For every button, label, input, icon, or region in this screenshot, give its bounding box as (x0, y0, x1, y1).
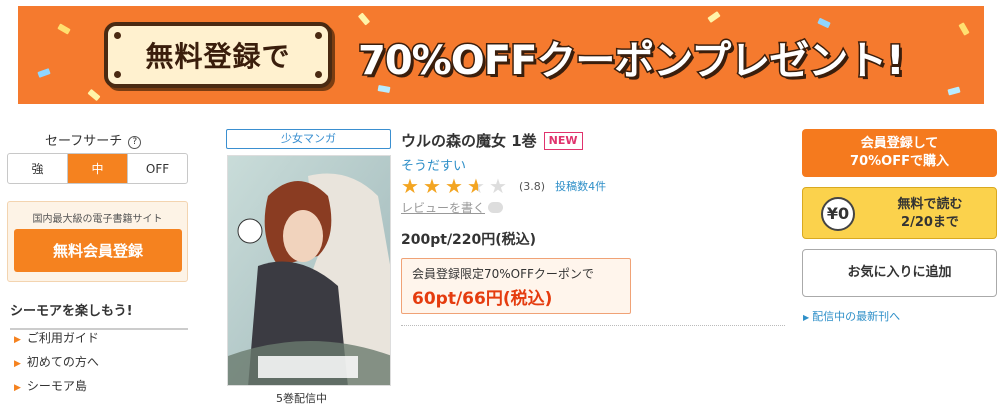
coupon-label: 会員登録限定70%OFFクーポンで (412, 267, 594, 281)
register-box: 国内最大級の電子書籍サイト 無料会員登録 (7, 201, 188, 282)
author-link[interactable]: そうだすい (401, 155, 466, 174)
sidebar-link-label: 初めての方へ (26, 355, 99, 369)
triangle-right-icon: ▶ (803, 313, 810, 322)
safe-search-option-off[interactable]: OFF (128, 154, 187, 183)
buy-button-line1: 会員登録して (860, 136, 939, 151)
help-icon[interactable]: ? (128, 136, 142, 149)
genre-tag[interactable]: 少女マンガ (226, 129, 391, 149)
coupon-price: 60pt/66円(税込) (412, 289, 553, 309)
add-favorite-button[interactable]: お気に入りに追加 (802, 249, 997, 297)
star-empty-icon: ★ (489, 174, 507, 198)
banner-plate-text: 無料登録で (145, 40, 291, 73)
star-icon: ★ (445, 174, 463, 198)
new-badge: NEW (543, 131, 583, 150)
banner-headline: 70%OFFクーポンプレゼント! (356, 37, 905, 86)
book-title[interactable]: ウルの森の魔女 1巻 (401, 130, 537, 151)
title-row: ウルの森の魔女 1巻 NEW (401, 130, 583, 151)
speech-bubble-icon (488, 202, 504, 213)
price: 200pt/220円(税込) (401, 232, 537, 248)
book-cover[interactable] (227, 155, 391, 386)
confetti-decoration (947, 86, 961, 96)
confetti-decoration (37, 68, 51, 78)
confetti-decoration (87, 88, 101, 102)
register-caption: 国内最大級の電子書籍サイト (32, 214, 163, 225)
confetti-decoration (377, 85, 391, 93)
buy-button-line2: 70%OFFで購入 (850, 154, 949, 169)
sidebar-link-island[interactable]: ▶ シーモア島 (14, 378, 99, 402)
sidebar-link-beginners[interactable]: ▶ 初めての方へ (14, 354, 99, 378)
cover-illustration (228, 156, 390, 385)
triangle-right-icon: ▶ (14, 335, 21, 345)
sidebar-link-guide[interactable]: ▶ ご利用ガイド (14, 330, 99, 354)
write-review-link[interactable]: レビューを書く (401, 199, 504, 216)
divider (401, 325, 785, 326)
read-free-line2: 2/20まで (901, 215, 959, 230)
confetti-decoration (958, 22, 970, 36)
rating-score: (3.8) (519, 179, 546, 193)
sidebar-link-label: シーモア島 (26, 379, 87, 393)
sidebar-link-label: ご利用ガイド (26, 331, 99, 345)
confetti-decoration (707, 11, 721, 23)
confetti-decoration (817, 17, 831, 29)
safe-search-toggle: 強 中 OFF (7, 153, 188, 184)
write-review-label: レビューを書く (401, 201, 486, 215)
enjoy-heading: シーモアを楽しもう! (10, 300, 188, 330)
buy-with-registration-button[interactable]: 会員登録して 70%OFFで購入 (802, 129, 997, 177)
safe-search-option-strong[interactable]: 強 (8, 154, 68, 183)
coupon-box: 会員登録限定70%OFFクーポンで 60pt/66円(税込) (401, 258, 631, 314)
cover-status: 5巻配信中 (276, 392, 327, 405)
star-rating: ★ ★ ★ ★ ★ (401, 176, 511, 196)
read-free-button[interactable]: ¥0 無料で読む 2/20まで (802, 187, 997, 239)
triangle-right-icon: ▶ (14, 359, 21, 369)
safe-search-option-medium[interactable]: 中 (68, 154, 128, 183)
latest-volume-link[interactable]: ▶ 配信中の最新刊へ (803, 308, 900, 324)
latest-volume-label: 配信中の最新刊へ (812, 310, 901, 323)
free-register-button[interactable]: 無料会員登録 (14, 229, 182, 272)
star-half-icon: ★ (467, 176, 489, 196)
confetti-decoration (57, 23, 71, 35)
star-icon: ★ (423, 174, 441, 198)
confetti-decoration (357, 12, 371, 26)
banner-plate: 無料登録で (104, 22, 332, 88)
read-free-line1: 無料で読む (897, 197, 963, 212)
promo-banner[interactable]: 無料登録で 70%OFFクーポンプレゼント! (18, 6, 984, 104)
yen-zero-icon: ¥0 (821, 197, 855, 231)
safe-search-label: セーフサーチ? (45, 130, 142, 149)
triangle-right-icon: ▶ (14, 383, 21, 393)
rating-row: ★ ★ ★ ★ ★ (3.8) 投稿数4件 (401, 176, 606, 196)
read-free-text: 無料で読む 2/20まで (875, 196, 985, 232)
review-count-link[interactable]: 投稿数4件 (555, 178, 606, 194)
safe-search-text: セーフサーチ (45, 134, 123, 149)
star-icon: ★ (401, 174, 419, 198)
sidebar-links: ▶ ご利用ガイド ▶ 初めての方へ ▶ シーモア島 (14, 330, 99, 402)
